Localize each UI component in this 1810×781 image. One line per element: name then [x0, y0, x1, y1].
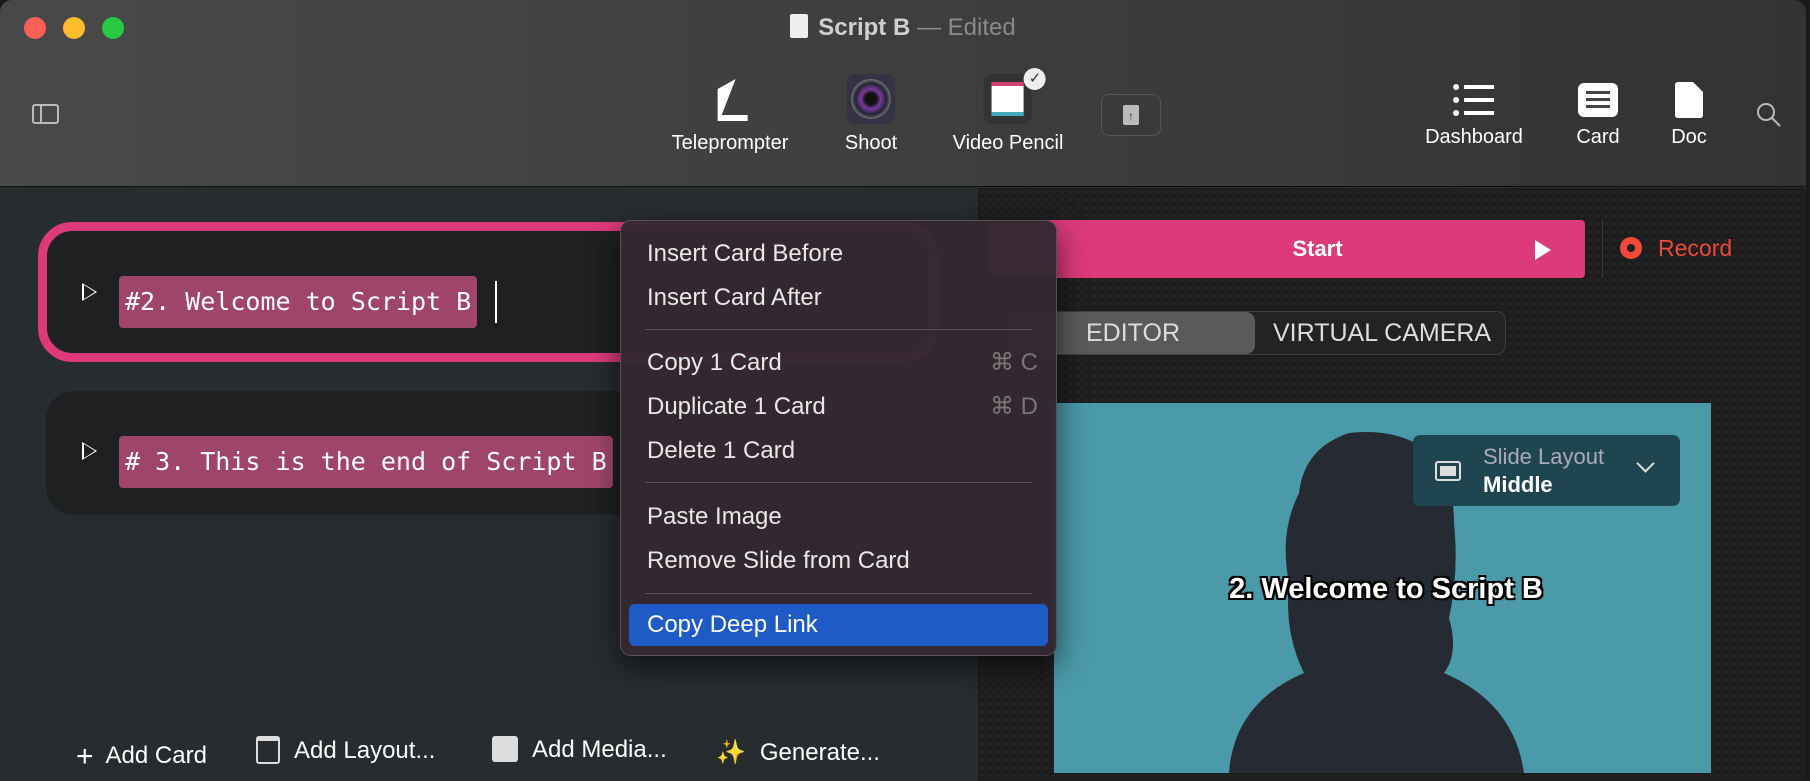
toolbar: Script B — Edited Teleprompter Shoot ✓ V…	[0, 0, 1806, 187]
play-icon-inner	[84, 444, 95, 458]
layout-middle-icon	[1435, 461, 1461, 481]
menu-separator	[645, 593, 1032, 594]
slide-layout-dropdown[interactable]: Slide Layout Middle	[1413, 435, 1680, 506]
search-icon[interactable]	[1756, 102, 1782, 133]
checkmark-badge-icon: ✓	[1023, 68, 1046, 90]
plus-icon: +	[76, 740, 94, 773]
menu-item-paste-image[interactable]: Paste Image	[629, 496, 1048, 538]
card-text[interactable]: # 3. This is the end of Script B	[119, 436, 613, 488]
play-icon	[1535, 240, 1551, 260]
sidebar-toggle-icon[interactable]	[32, 104, 59, 124]
add-layout-button[interactable]: Add Layout...	[256, 736, 435, 765]
add-media-button[interactable]: Add Media...	[492, 736, 667, 764]
doc-icon	[1665, 80, 1713, 120]
menu-item-remove-slide[interactable]: Remove Slide from Card	[629, 540, 1048, 582]
slide-layout-value: Middle	[1483, 472, 1553, 497]
chevron-down-icon	[1636, 454, 1655, 473]
card-icon	[1574, 80, 1622, 120]
share-icon: ↑	[1123, 105, 1139, 125]
video-pencil-icon: ✓	[983, 68, 1046, 124]
divider	[1602, 220, 1603, 278]
video-pencil-button[interactable]: ✓ Video Pencil	[953, 68, 1063, 155]
menu-item-copy-card[interactable]: Copy 1 Card ⌘ C	[629, 342, 1048, 384]
app-window: Script B — Edited Teleprompter Shoot ✓ V…	[0, 0, 1806, 781]
slide-layout-label: Slide Layout	[1483, 444, 1605, 469]
record-button[interactable]: Record	[1620, 235, 1732, 262]
dashboard-button[interactable]: Dashboard	[1425, 80, 1523, 149]
camera-lens-icon	[846, 74, 895, 124]
list-icon	[1450, 80, 1498, 120]
card-view-button[interactable]: Card	[1574, 80, 1622, 149]
teleprompter-button[interactable]: Teleprompter	[672, 74, 788, 155]
menu-separator	[645, 482, 1032, 483]
doc-view-button[interactable]: Doc	[1665, 80, 1713, 149]
menu-item-delete-card[interactable]: Delete 1 Card	[629, 430, 1048, 472]
view-segmented-control: EDITOR VIRTUAL CAMERA	[1010, 311, 1506, 355]
window-title: Script B — Edited	[0, 14, 1806, 42]
add-card-button[interactable]: + Add Card	[76, 740, 207, 774]
menu-item-duplicate-card[interactable]: Duplicate 1 Card ⌘ D	[629, 386, 1048, 428]
start-button[interactable]: Start	[990, 220, 1585, 278]
context-menu: Insert Card Before Insert Card After Cop…	[620, 220, 1057, 656]
image-icon	[492, 736, 518, 762]
shortcut: ⌘ C	[990, 349, 1038, 376]
card-text[interactable]: #2. Welcome to Script B	[119, 276, 478, 328]
add-layout-icon	[256, 736, 280, 764]
menu-item-copy-deep-link[interactable]: Copy Deep Link	[629, 604, 1048, 646]
play-icon-inner	[84, 285, 95, 299]
share-button[interactable]: ↑	[1101, 94, 1161, 136]
record-icon	[1620, 237, 1642, 259]
menu-separator	[645, 329, 1032, 330]
document-icon	[790, 14, 809, 38]
teleprompter-icon	[706, 74, 754, 124]
generate-button[interactable]: ✨ Generate...	[716, 738, 880, 767]
menu-item-insert-card-after[interactable]: Insert Card After	[629, 277, 1048, 319]
slide-caption: 2. Welcome to Script B	[1229, 573, 1543, 605]
magic-wand-icon: ✨	[716, 739, 746, 766]
text-cursor	[495, 281, 497, 323]
menu-item-insert-card-before[interactable]: Insert Card Before	[629, 233, 1048, 275]
shoot-button[interactable]: Shoot	[845, 74, 897, 155]
shortcut: ⌘ D	[990, 393, 1038, 420]
tab-virtual-camera[interactable]: VIRTUAL CAMERA	[1273, 312, 1491, 354]
